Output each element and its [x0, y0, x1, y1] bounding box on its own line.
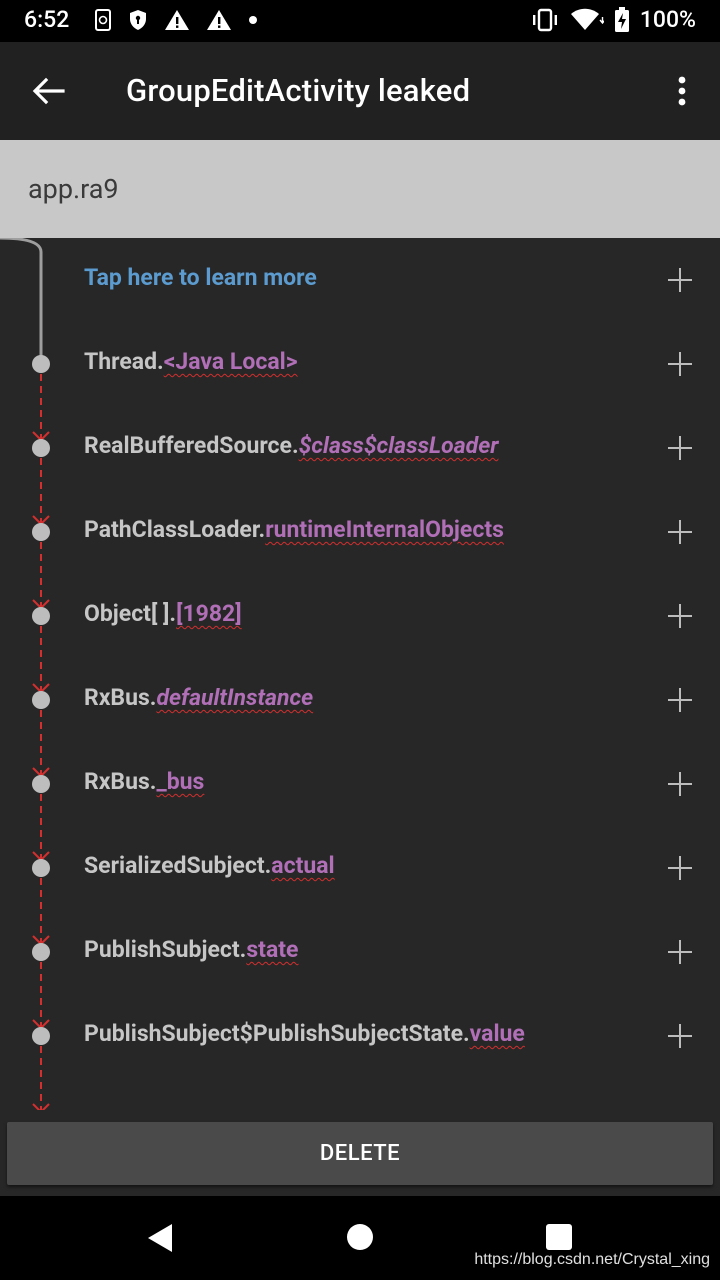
trace-reference-field: runtimeInternalObjects: [265, 516, 504, 543]
trace-owner-class: PathClassLoader.: [84, 516, 266, 543]
trace-row-label: Object[ ].[1982]: [84, 600, 242, 627]
delete-bar: DELETE: [0, 1110, 720, 1196]
app-bar: GroupEditActivity leaked: [0, 42, 720, 140]
expand-plus-icon[interactable]: [668, 856, 692, 880]
trace-reference-field: [1982]: [176, 600, 242, 627]
trace-reference-field: value: [469, 1020, 525, 1047]
trace-owner-class: PublishSubject$PublishSubjectState.: [84, 1020, 470, 1047]
trace-owner-class: Object[ ].: [84, 600, 177, 627]
expand-plus-icon[interactable]: [668, 940, 692, 964]
status-bar: 6:52 100%: [0, 0, 720, 42]
system-status-icons: 100%: [530, 6, 696, 33]
trace-reference-field: defaultInstance: [156, 684, 314, 711]
back-button[interactable]: [30, 75, 66, 107]
expand-plus-icon[interactable]: [668, 688, 692, 712]
expand-plus-icon[interactable]: [668, 604, 692, 628]
trace-row[interactable]: PathClassLoader.runtimeInternalObjects: [0, 490, 720, 574]
trace-owner-class: RxBus.: [84, 684, 157, 711]
trace-reference-field: state: [246, 936, 299, 963]
status-time: 6:52: [24, 6, 70, 33]
expand-plus-icon[interactable]: [668, 1024, 692, 1048]
expand-plus-icon[interactable]: [668, 268, 692, 292]
trace-row-label: Thread.<Java Local>: [84, 348, 298, 375]
trace-row[interactable]: Object[ ].[1982]: [0, 574, 720, 658]
trace-row[interactable]: PublishSubject$PublishSubjectState.value: [0, 994, 720, 1078]
trace-owner-class: RxBus.: [84, 768, 157, 795]
notification-icons: [94, 8, 258, 32]
arrow-back-icon: [32, 77, 65, 105]
trace-row-label: SerializedSubject.actual: [84, 852, 335, 879]
shield-icon: [130, 10, 146, 30]
battery-charging-icon: [614, 6, 629, 32]
process-name: app.ra9: [28, 173, 119, 205]
trace-row[interactable]: PublishSubject.state: [0, 910, 720, 994]
expand-plus-icon[interactable]: [668, 352, 692, 376]
trace-row[interactable]: RealBufferedSource.$class$classLoader: [0, 406, 720, 490]
more-vert-icon: [678, 76, 686, 106]
trace-row[interactable]: RxBus._bus: [0, 742, 720, 826]
trace-owner-class: RealBufferedSource.: [84, 432, 299, 459]
expand-plus-icon[interactable]: [668, 520, 692, 544]
nav-back-icon[interactable]: [146, 1222, 174, 1254]
expand-plus-icon[interactable]: [668, 436, 692, 460]
delete-button[interactable]: DELETE: [7, 1122, 713, 1185]
trace-row[interactable]: SerializedSubject.actual: [0, 826, 720, 910]
process-header: app.ra9: [0, 140, 720, 238]
trace-row-label: PublishSubject.state: [84, 936, 298, 963]
nav-recents-icon[interactable]: [546, 1224, 572, 1250]
trace-row-label: PublishSubject$PublishSubjectState.value: [84, 1020, 525, 1047]
wifi-icon: [570, 8, 604, 30]
vibrate-icon: [532, 8, 557, 31]
trace-row-label: PathClassLoader.runtimeInternalObjects: [84, 516, 504, 543]
trace-reference-field: _bus: [156, 768, 205, 795]
trace-row-label: RxBus._bus: [84, 768, 204, 795]
leak-trace-list[interactable]: Tap here to learn more Thread.<Java Loca…: [0, 238, 720, 1110]
trace-owner-class: Thread.: [84, 348, 164, 375]
more-notifications-dot-icon: [249, 16, 257, 24]
battery-percentage: 100%: [639, 6, 696, 33]
nav-home-icon[interactable]: [347, 1224, 373, 1250]
trace-reference-field: actual: [271, 852, 335, 879]
sim-card-icon: [95, 9, 111, 31]
trace-row-label: RxBus.defaultInstance: [84, 684, 313, 711]
page-title: GroupEditActivity leaked: [126, 72, 471, 109]
trace-owner-class: PublishSubject.: [84, 936, 247, 963]
learn-more-link[interactable]: Tap here to learn more: [84, 264, 317, 291]
trace-reference-field: <Java Local>: [163, 348, 298, 375]
warning-icon: [165, 10, 189, 30]
trace-row-label: RealBufferedSource.$class$classLoader: [84, 432, 498, 459]
trace-owner-class: SerializedSubject.: [84, 852, 272, 879]
overflow-menu-button[interactable]: [670, 75, 694, 107]
trace-row[interactable]: Thread.<Java Local>: [0, 322, 720, 406]
warning-icon: [207, 10, 231, 30]
learn-more-row[interactable]: Tap here to learn more: [0, 238, 720, 322]
watermark: https://blog.csdn.net/Crystal_xing: [474, 1251, 710, 1268]
expand-plus-icon[interactable]: [668, 772, 692, 796]
trace-reference-field: $class$classLoader: [298, 432, 499, 459]
trace-row[interactable]: RxBus.defaultInstance: [0, 658, 720, 742]
